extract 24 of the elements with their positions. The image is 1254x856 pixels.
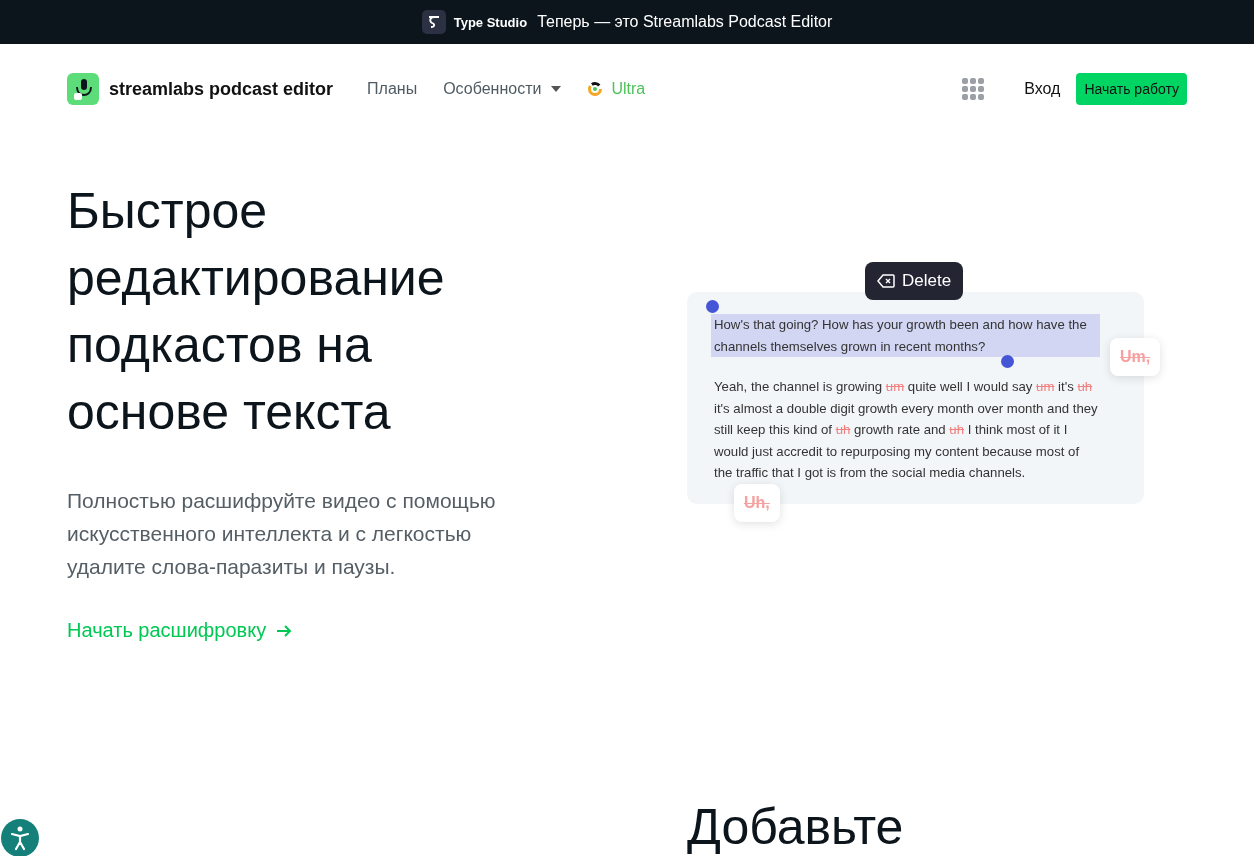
arrow-right-icon — [276, 623, 293, 638]
filler-word-chip: Uh, — [734, 484, 780, 522]
selection-handle[interactable] — [706, 300, 719, 313]
login-link[interactable]: Вход — [1024, 80, 1061, 98]
accessibility-icon[interactable] — [1, 819, 39, 856]
filler-word-chip: Um, — [1110, 338, 1161, 376]
announcement-text: Теперь — это Streamlabs Podcast Editor — [537, 13, 833, 31]
brand-logo-icon — [421, 10, 446, 34]
ring-icon — [587, 81, 604, 97]
brand-name: Type Studio — [453, 14, 528, 30]
get-started-button[interactable]: Начать работу — [1076, 73, 1187, 105]
hero-title: Быстрое редактирование подкастов на основе текста — [67, 182, 446, 442]
hero-subtitle: Полностью расшифруйте видео с помощью искусственного интеллекта и с легкостью удалите слова-паразиты и паузы. — [67, 488, 497, 580]
caret-icon — [551, 86, 562, 92]
transcript-paragraph[interactable]: Yeah, the channel is growing um quite well I would say um it's uh it's almost a double digit growth every month over month and they still keep this kind of uh growth rate and uh I think most of it I would just accredit to repurposing my content because most of the traffic that I got is from the social media channels. — [714, 376, 1100, 484]
transcript-paragraph[interactable]: How's that going? How has your growth been and how have the channels themselves grown in recent months? — [711, 314, 1100, 357]
nav-link[interactable]: Планы — [367, 80, 418, 98]
logo-text[interactable]: streamlabs podcast editor — [109, 78, 334, 100]
delete-button[interactable]: Delete — [865, 262, 964, 300]
microphone-logo-icon[interactable] — [67, 73, 99, 105]
backspace-icon — [877, 274, 895, 288]
selection-handle[interactable] — [1001, 355, 1014, 368]
nav-dropdown[interactable]: Особенности — [443, 80, 562, 98]
apps-grid-icon[interactable] — [962, 78, 985, 100]
